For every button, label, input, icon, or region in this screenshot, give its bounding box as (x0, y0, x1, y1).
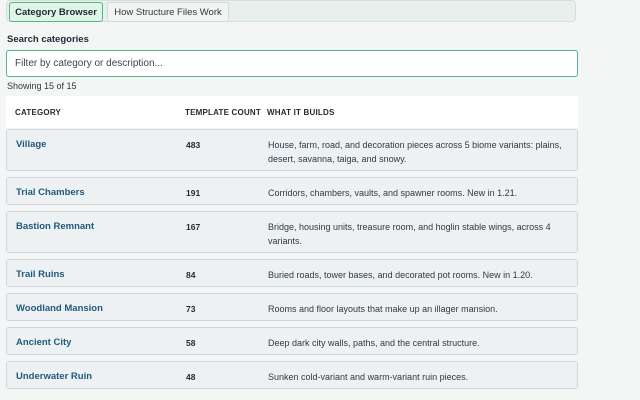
category-description: Buried roads, tower bases, and decorated… (268, 270, 533, 280)
search-input[interactable] (6, 50, 578, 77)
table-row[interactable]: Woodland Mansion 73 Rooms and floor layo… (6, 293, 578, 321)
search-label: Search categories (7, 34, 89, 45)
category-name[interactable]: Ancient City (16, 337, 71, 348)
category-description: Bridge, housing units, treasure room, an… (268, 222, 551, 246)
table-row[interactable]: Trail Ruins 84 Buried roads, tower bases… (6, 259, 578, 287)
category-description: Deep dark city walls, paths, and the cen… (268, 338, 480, 348)
table-row[interactable]: Trial Chambers 191 Corridors, chambers, … (6, 177, 578, 205)
tab-how-structure-files-work[interactable]: How Structure Files Work (107, 2, 229, 22)
category-name[interactable]: Woodland Mansion (16, 303, 103, 314)
category-browser-page: Category Browser How Structure Files Wor… (0, 0, 640, 400)
table-row[interactable]: Village 483 House, farm, road, and decor… (6, 129, 578, 171)
category-description: Rooms and floor layouts that make up an … (268, 304, 498, 314)
template-count: 48 (186, 372, 196, 382)
template-count: 58 (186, 338, 196, 348)
template-count: 73 (186, 304, 196, 314)
category-description: Corridors, chambers, vaults, and spawner… (268, 188, 518, 198)
table-row[interactable]: Underwater Ruin 48 Sunken cold-variant a… (6, 361, 578, 389)
template-count: 167 (186, 222, 201, 232)
column-header-template-count: TEMPLATE COUNT (185, 108, 261, 117)
template-count: 191 (186, 188, 201, 198)
category-name[interactable]: Bastion Remnant (16, 221, 94, 232)
table-row[interactable]: Ancient City 58 Deep dark city walls, pa… (6, 327, 578, 355)
tab-bar: Category Browser How Structure Files Wor… (6, 0, 576, 22)
results-count: Showing 15 of 15 (7, 81, 77, 91)
category-name[interactable]: Village (16, 139, 46, 150)
template-count: 84 (186, 270, 196, 280)
category-description: Sunken cold-variant and warm-variant rui… (268, 372, 469, 382)
table-header: CATEGORY TEMPLATE COUNT WHAT IT BUILDS (6, 96, 578, 128)
tab-category-browser[interactable]: Category Browser (9, 2, 103, 22)
category-name[interactable]: Trail Ruins (16, 269, 65, 280)
category-description: House, farm, road, and decoration pieces… (268, 140, 562, 164)
table-row[interactable]: Bastion Remnant 167 Bridge, housing unit… (6, 211, 578, 253)
category-name[interactable]: Underwater Ruin (16, 371, 92, 382)
category-name[interactable]: Trial Chambers (16, 187, 85, 198)
template-count: 483 (186, 140, 201, 150)
column-header-category: CATEGORY (15, 108, 62, 117)
column-header-what-it-builds: WHAT IT BUILDS (267, 108, 335, 117)
